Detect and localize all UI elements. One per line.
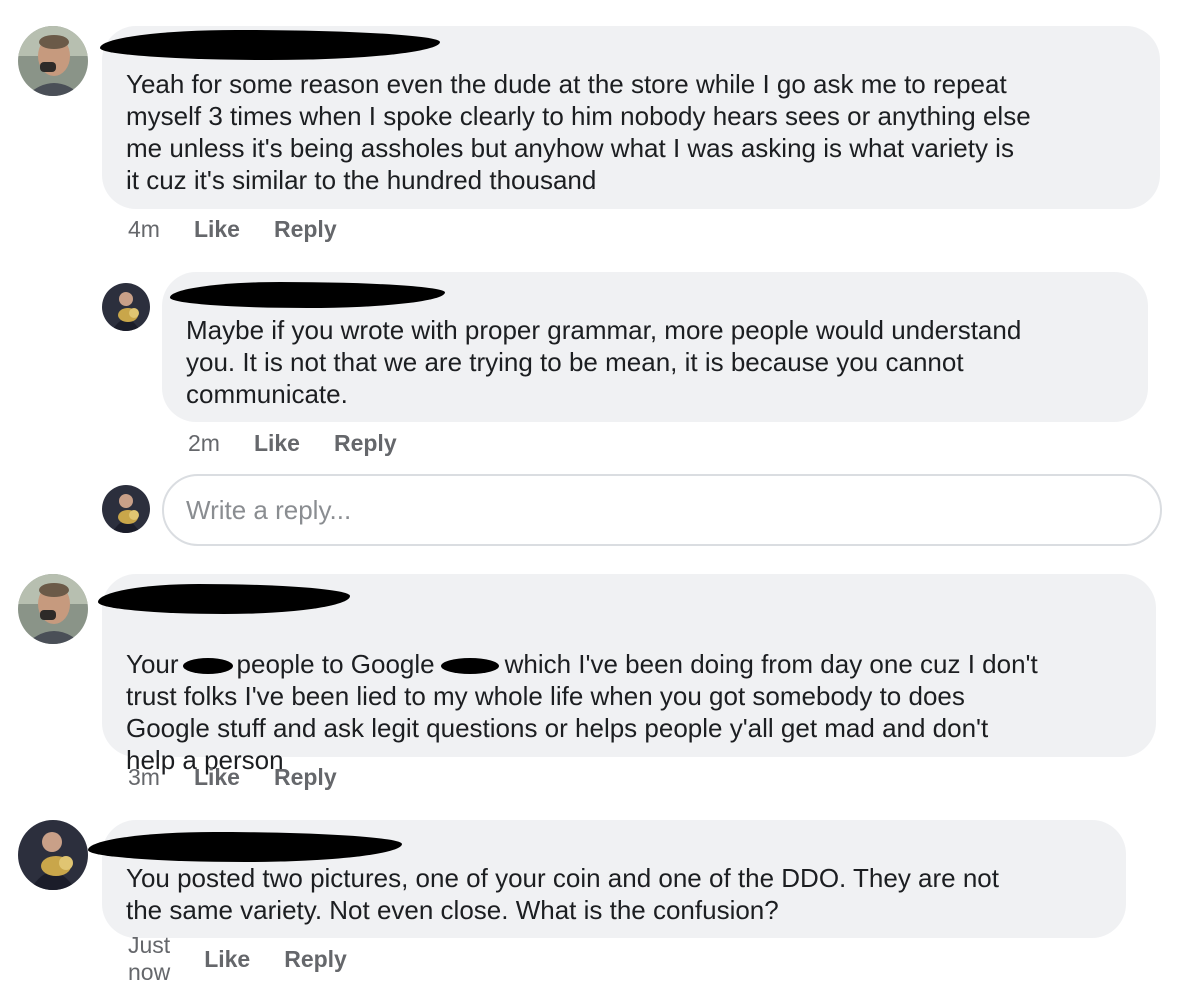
reply-button[interactable]: Reply [274,764,337,791]
redacted-word [182,658,233,675]
reply-button[interactable]: Reply [284,946,347,973]
comment-text: Yeah for some reason even the dude at th… [126,69,1031,195]
like-button[interactable]: Like [194,764,240,791]
like-button[interactable]: Like [254,430,300,457]
reply-button[interactable]: Reply [274,216,337,243]
avatar-photo-icon [102,485,150,533]
redacted-word [440,658,499,675]
comment-actions: 2m Like Reply [188,428,397,458]
comment-text-part: trust folks I've been lied to my whole l… [126,681,989,775]
comment-timestamp: 4m [128,215,160,242]
avatar-photo-icon [18,26,88,96]
comment-timestamp: 3m [128,763,160,790]
comment-text-part: Your [126,649,179,679]
comment-text: You posted two pictures, one of your coi… [126,863,999,925]
comment-timestamp: Just now [128,932,171,985]
commenter-avatar[interactable] [18,574,88,644]
avatar-photo-icon [18,820,88,890]
comment-actions: 3m Like Reply [128,762,337,792]
comment-text-part: people to Google [236,649,435,679]
reply-input[interactable] [164,476,1160,544]
comment-text: Your people to Google which I've been doin… [126,616,1146,776]
commenter-avatar[interactable] [102,283,150,331]
reply-button[interactable]: Reply [334,430,397,457]
comment-text-part: which I've been doing from day one cuz I… [504,649,1038,679]
avatar-photo-icon [102,283,150,331]
comment-timestamp: 2m [188,429,220,456]
comment-text: Maybe if you wrote with proper grammar, … [186,315,1022,409]
avatar-photo-icon [18,574,88,644]
like-button[interactable]: Like [204,946,250,973]
comment-actions: 4m Like Reply [128,214,337,244]
commenter-avatar[interactable] [18,26,88,96]
comment-actions: Just now Like Reply [128,932,347,985]
reply-input-container [162,474,1162,546]
like-button[interactable]: Like [194,216,240,243]
current-user-avatar [102,485,150,533]
commenter-avatar[interactable] [18,820,88,890]
